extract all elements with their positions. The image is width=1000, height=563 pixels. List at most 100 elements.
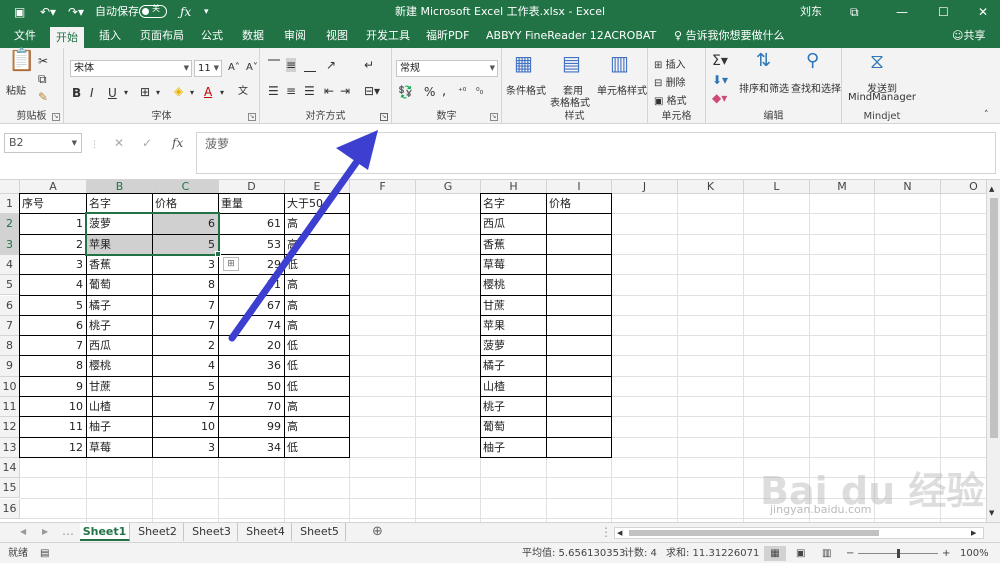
column-header-m[interactable]: M (810, 180, 875, 194)
redo-icon[interactable]: ↷▾ (68, 3, 84, 21)
column-header-k[interactable]: K (678, 180, 744, 194)
data-cell[interactable]: 低 (285, 255, 348, 274)
data-cell[interactable]: 高 (285, 397, 348, 416)
data-cell[interactable]: 3 (153, 255, 217, 274)
header-cell[interactable]: 序号 (20, 194, 85, 213)
maximize-icon[interactable]: ☐ (938, 3, 949, 21)
data-cell[interactable]: 柚子 (87, 417, 151, 436)
prev-sheet-icon[interactable]: ◀ (20, 525, 26, 539)
column-header-a[interactable]: A (20, 180, 87, 194)
data-cell[interactable]: 4 (153, 356, 217, 375)
data-cell[interactable]: 高 (285, 417, 348, 436)
data-cell[interactable]: 5 (20, 296, 85, 315)
align-center-icon[interactable]: ≡ (286, 84, 296, 98)
row-header-6[interactable]: 6 (0, 295, 20, 316)
data-cell[interactable]: 34 (219, 438, 283, 457)
tab-page-layout[interactable]: 页面布局 (134, 24, 190, 48)
data-cell[interactable]: 山楂 (481, 377, 545, 396)
data-cell[interactable]: 高 (285, 316, 348, 335)
row-header-9[interactable]: 9 (0, 356, 20, 377)
column-header-d[interactable]: D (219, 180, 285, 194)
close-icon[interactable]: ✕ (978, 3, 988, 21)
paste-button[interactable]: 粘贴 (6, 82, 26, 97)
border-dropdown-icon[interactable]: ▾ (156, 86, 160, 100)
data-cell[interactable]: 67 (219, 296, 283, 315)
row-header-14[interactable]: 14 (0, 457, 20, 479)
data-cell[interactable]: 香蕉 (481, 235, 545, 254)
row-header-10[interactable]: 10 (0, 376, 20, 397)
conditional-format-icon[interactable]: ▦ (514, 53, 533, 73)
data-cell[interactable]: 99 (219, 417, 283, 436)
send-to-mindmanager-button-2[interactable]: MindManager (842, 92, 922, 103)
align-middle-icon[interactable]: ≡ (286, 58, 297, 72)
sheet-tab-2[interactable]: Sheet2 (132, 523, 184, 541)
data-cell[interactable]: 葡萄 (481, 417, 545, 436)
font-color-dropdown-icon[interactable]: ▾ (220, 86, 224, 100)
data-cell[interactable]: 10 (153, 417, 217, 436)
insert-button[interactable]: ⊞ 插入 (654, 56, 686, 71)
align-right-icon[interactable]: ☰ (304, 84, 315, 98)
font-size-dropdown[interactable]: 11 ▼ (194, 60, 222, 77)
sheet-tabs-more-icon[interactable]: … (62, 524, 74, 538)
macro-record-icon[interactable]: ▤ (40, 546, 49, 561)
font-grow-icon[interactable]: A˄ (228, 61, 240, 75)
vertical-scrollbar[interactable]: ▲ ▼ (986, 180, 1000, 522)
tab-abbyy[interactable]: ABBYY FineReader 12 (480, 24, 610, 48)
data-cell[interactable]: 7 (153, 296, 217, 315)
scroll-down-icon[interactable]: ▼ (989, 506, 994, 520)
zoom-slider-thumb[interactable] (897, 549, 900, 558)
save-icon[interactable]: ▣ (14, 3, 25, 21)
conditional-format-button[interactable]: 条件格式 (506, 82, 546, 97)
data-cell[interactable]: 柚子 (481, 438, 545, 457)
data-cell[interactable]: 草莓 (87, 438, 151, 457)
data-cell[interactable]: 苹果 (481, 316, 545, 335)
column-header-i[interactable]: I (547, 180, 612, 194)
data-cell[interactable]: 低 (285, 377, 348, 396)
font-launcher[interactable]: ↘ (248, 113, 256, 121)
wrap-text-icon[interactable]: ↵ (364, 58, 374, 72)
fill-handle[interactable] (215, 250, 221, 257)
data-cell[interactable]: 31 (219, 275, 283, 294)
data-cell[interactable]: 西瓜 (87, 336, 151, 355)
increase-indent-icon[interactable]: ⇥ (340, 84, 350, 98)
data-cell[interactable]: 高 (285, 275, 348, 294)
horizontal-scroll-thumb[interactable] (629, 530, 879, 536)
row-header-11[interactable]: 11 (0, 397, 20, 418)
data-cell[interactable]: 5 (153, 377, 217, 396)
data-cell[interactable]: 6 (20, 316, 85, 335)
column-header-f[interactable]: F (350, 180, 416, 194)
data-cell[interactable]: 70 (219, 397, 283, 416)
orientation-icon[interactable]: ↗ (326, 58, 336, 72)
data-cell[interactable]: 2 (153, 336, 217, 355)
sort-filter-icon[interactable]: ⇅ (756, 52, 771, 70)
column-header-c[interactable]: C (153, 180, 219, 194)
share-button[interactable]: ☺共享 (946, 24, 991, 48)
data-cell[interactable]: 低 (285, 438, 348, 457)
column-header-j[interactable]: J (612, 180, 678, 194)
row-header-7[interactable]: 7 (0, 315, 20, 337)
header-cell[interactable]: 价格 (547, 194, 610, 213)
data-cell[interactable]: 10 (20, 397, 85, 416)
header-cell[interactable]: 价格 (153, 194, 217, 213)
scroll-left-icon[interactable]: ◀ (617, 526, 622, 540)
data-cell[interactable]: 橘子 (87, 296, 151, 315)
page-layout-view-icon[interactable]: ▣ (796, 546, 805, 561)
font-shrink-icon[interactable]: A˅ (246, 61, 258, 75)
data-cell[interactable]: 樱桃 (481, 275, 545, 294)
scroll-up-icon[interactable]: ▲ (989, 182, 994, 196)
zoom-level[interactable]: 100% (960, 546, 989, 561)
tab-view[interactable]: 视图 (320, 24, 354, 48)
column-header-b[interactable]: B (87, 180, 153, 194)
tell-me-search[interactable]: ♀ 告诉我你想要做什么 (668, 24, 791, 48)
copy-icon[interactable]: ⧉ (38, 72, 47, 86)
italic-button[interactable]: I (90, 86, 94, 100)
data-cell[interactable]: 樱桃 (87, 356, 151, 375)
data-cell[interactable]: 3 (153, 438, 217, 457)
find-select-icon[interactable]: ⚲ (806, 52, 819, 70)
data-cell[interactable]: 4 (20, 275, 85, 294)
data-cell[interactable]: 低 (285, 356, 348, 375)
format-painter-icon[interactable]: ✎ (38, 90, 48, 104)
fill-dropdown-icon[interactable]: ▾ (190, 86, 194, 100)
column-header-o[interactable]: O (941, 180, 986, 194)
add-sheet-icon[interactable]: ⊕ (372, 525, 383, 539)
